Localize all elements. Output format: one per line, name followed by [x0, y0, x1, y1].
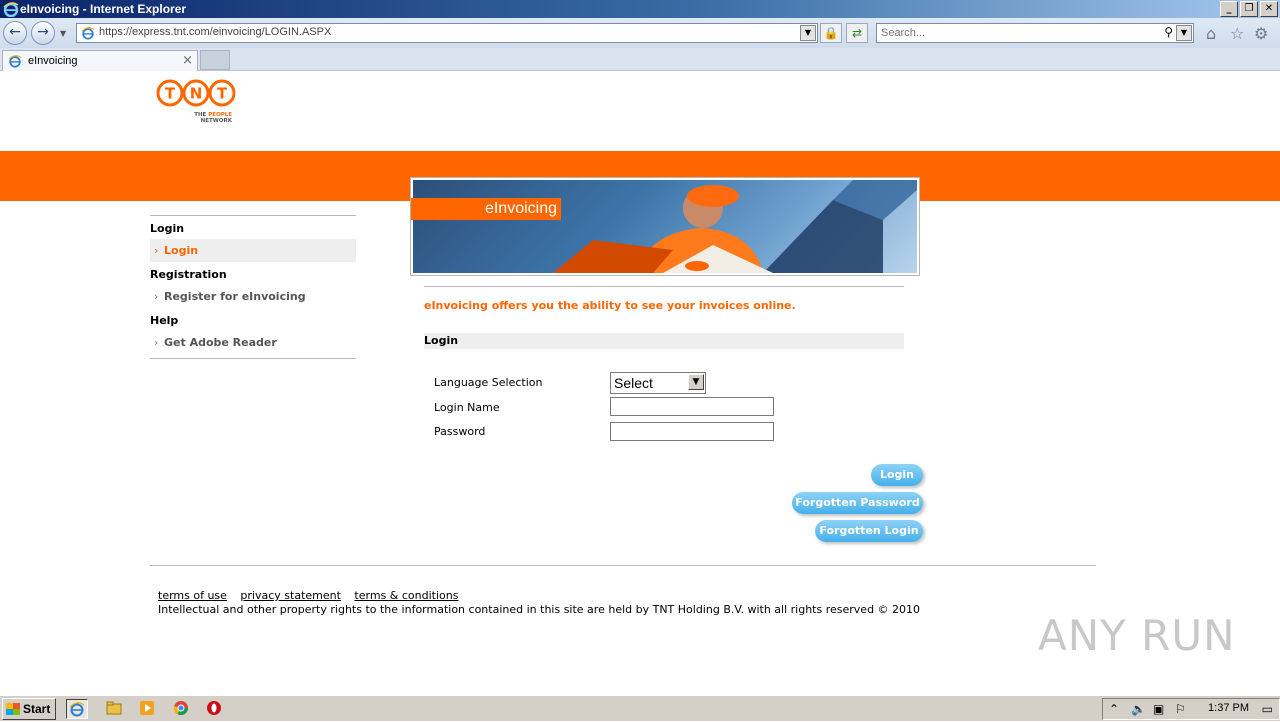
settings-gear-icon[interactable]: ⚙	[1254, 24, 1268, 43]
svg-text:NETWORK: NETWORK	[201, 118, 233, 124]
home-icon[interactable]: ⌂	[1206, 24, 1216, 43]
forward-button[interactable]: →	[31, 21, 55, 45]
sidebar-item-label: Get Adobe Reader	[164, 336, 277, 349]
taskbar-chrome-icon[interactable]	[171, 699, 191, 717]
copyright-text: Intellectual and other property rights t…	[158, 603, 921, 616]
back-arrow-icon: ←	[9, 24, 21, 40]
start-label: Start	[23, 702, 51, 716]
chevron-down-icon[interactable]: ▼	[688, 374, 704, 390]
new-tab-button[interactable]	[200, 50, 230, 70]
forgotten-password-button[interactable]: Forgotten Password	[792, 492, 923, 514]
page-favicon-icon	[81, 27, 95, 40]
security-lock-icon[interactable]: 🔒	[820, 23, 842, 43]
tab-favicon-icon	[8, 55, 22, 68]
clock: 1:37 PM	[1208, 702, 1249, 714]
address-dropdown-icon[interactable]: ▼	[800, 25, 816, 41]
login-name-input[interactable]	[610, 397, 774, 416]
privacy-statement-link[interactable]: privacy statement	[240, 589, 341, 602]
intro-text: eInvoicing offers you the ability to see…	[424, 299, 796, 312]
refresh-icon[interactable]: ⇄	[846, 23, 868, 43]
close-tab-icon[interactable]: ×	[182, 53, 193, 68]
network-icon[interactable]: ▣	[1153, 702, 1164, 716]
tray-expand-icon[interactable]: ⌃	[1109, 702, 1119, 716]
svg-text:T: T	[217, 85, 228, 103]
sidebar-nav: Login › Login Registration › Register for …	[150, 215, 356, 359]
window-title: eInvoicing - Internet Explorer	[20, 2, 187, 16]
sidebar-item-label: Login	[164, 244, 199, 257]
search-box[interactable]: ⚲ ▼	[876, 23, 1194, 43]
sidebar-item-label: Register for eInvoicing	[164, 290, 306, 303]
volume-icon[interactable]: 🔈	[1131, 702, 1146, 716]
password-label: Password	[434, 425, 486, 438]
content-divider	[424, 286, 904, 287]
taskbar-opera-icon[interactable]	[204, 699, 224, 717]
chevron-right-icon: ›	[154, 290, 159, 303]
page-content: T N T THE PEOPLE NETWORK eInvoicing Logi…	[0, 71, 1280, 691]
taskbar-explorer-folder-icon[interactable]	[104, 699, 124, 717]
login-section-title: Login	[424, 333, 904, 349]
window-titlebar: eInvoicing - Internet Explorer _ ❐ ✕	[0, 0, 1280, 18]
login-name-label: Login Name	[434, 401, 500, 414]
language-select-value: Select	[614, 375, 653, 391]
tnt-logo: T N T THE PEOPLE NETWORK	[156, 79, 236, 124]
tab-label: eInvoicing	[28, 55, 78, 67]
back-button[interactable]: ←	[3, 21, 27, 45]
language-label: Language Selection	[434, 376, 543, 389]
address-url[interactable]: https://express.tnt.com/einvoicing/LOGIN…	[99, 26, 331, 38]
start-button[interactable]: Start	[2, 698, 56, 720]
terms-of-use-link[interactable]: terms of use	[158, 589, 227, 602]
search-icon[interactable]: ⚲	[1164, 25, 1173, 39]
search-input[interactable]	[881, 25, 1151, 40]
sidebar-heading-registration: Registration	[150, 268, 227, 281]
banner-photo	[413, 180, 917, 273]
taskbar-media-player-icon[interactable]	[137, 699, 157, 717]
sidebar-item-adobe-reader[interactable]: › Get Adobe Reader	[150, 331, 356, 354]
close-window-button[interactable]: ✕	[1260, 1, 1278, 17]
minimize-button[interactable]: _	[1220, 1, 1238, 17]
footer-links: terms of use privacy statement terms & c…	[158, 589, 468, 602]
forward-arrow-icon: →	[37, 24, 49, 40]
password-input[interactable]	[610, 422, 774, 441]
taskbar: Start ⌃ 🔈 ▣ ⚐ 1:37 PM ▭	[0, 695, 1280, 721]
tab-bar: eInvoicing ×	[0, 48, 1280, 71]
banner-label: eInvoicing	[411, 198, 561, 220]
sidebar-heading-login: Login	[150, 222, 185, 235]
tab-einvoicing[interactable]: eInvoicing ×	[2, 50, 198, 71]
sidebar-item-login[interactable]: › Login	[150, 239, 356, 262]
show-desktop-icon[interactable]: ▭	[1262, 702, 1273, 716]
internet-explorer-icon	[69, 702, 85, 717]
chevron-right-icon: ›	[154, 244, 159, 257]
favorites-star-icon[interactable]: ☆	[1230, 24, 1244, 43]
browser-navbar: ← → ▼ https://express.tnt.com/einvoicing…	[0, 18, 1280, 49]
terms-conditions-link[interactable]: terms & conditions	[354, 589, 458, 602]
sidebar-heading-help: Help	[150, 314, 179, 327]
taskbar-ie-icon[interactable]	[66, 699, 88, 719]
einvoicing-banner: eInvoicing	[410, 177, 920, 276]
system-tray: ⌃ 🔈 ▣ ⚐ 1:37 PM ▭	[1102, 698, 1280, 720]
chevron-right-icon: ›	[154, 336, 159, 349]
sidebar-item-register[interactable]: › Register for eInvoicing	[150, 285, 356, 308]
history-dropdown-icon[interactable]: ▼	[60, 29, 66, 38]
forgotten-login-button[interactable]: Forgotten Login	[815, 520, 923, 542]
search-dropdown-icon[interactable]: ▼	[1176, 25, 1192, 41]
address-bar[interactable]: https://express.tnt.com/einvoicing/LOGIN…	[76, 23, 818, 43]
windows-logo-icon	[6, 703, 20, 715]
action-center-flag-icon[interactable]: ⚐	[1175, 702, 1186, 716]
anyrun-watermark: ANY RUN	[1038, 611, 1236, 660]
svg-text:T: T	[165, 85, 176, 103]
internet-explorer-icon	[3, 2, 19, 17]
svg-text:N: N	[190, 85, 203, 103]
language-select[interactable]: Select ▼	[610, 372, 706, 394]
footer-divider	[150, 565, 1096, 566]
login-button[interactable]: Login	[871, 464, 923, 486]
restore-button[interactable]: ❐	[1240, 1, 1258, 17]
